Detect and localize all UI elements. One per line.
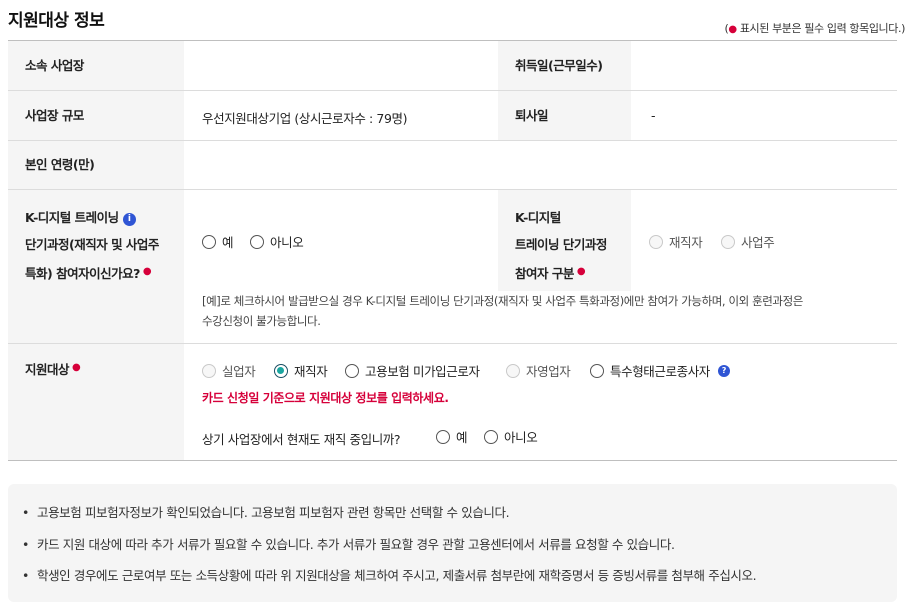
value-workplace-size: 우선지원대상기업 (상시근로자수 : 79명) xyxy=(202,111,408,126)
radio-circle-icon[interactable] xyxy=(721,234,735,249)
employment-no-radio[interactable]: 아니오 xyxy=(484,427,538,446)
target-warning: 카드 신청일 기준으로 지원대상 정보를 입력하세요. xyxy=(202,391,449,405)
notice-item: • 학생인 경우에도 근로여부 또는 소득상황에 따라 위 지원대상을 체크하여 … xyxy=(22,568,757,583)
kdigital-employee-radio[interactable]: 재직자 xyxy=(649,232,703,251)
value-resignation-date: - xyxy=(651,108,656,123)
notice-item: • 고용보험 피보험자정보가 확인되었습니다. 고용보험 피보험자 관련 항목만 … xyxy=(22,505,510,520)
row-age: 본인 연령(만) xyxy=(8,141,897,190)
radio-circle-icon[interactable] xyxy=(202,363,216,378)
row-workplace: 소속 사업장 취득일(근무일수) xyxy=(8,41,897,91)
label-acquisition-date: 취득일(근무일수) xyxy=(515,58,603,73)
required-dot-icon: ● xyxy=(576,266,586,277)
target-unemployed-radio[interactable]: 실업자 xyxy=(202,361,256,380)
target-employee-radio[interactable]: 재직자 xyxy=(274,361,328,380)
row-target: 지원대상 ● 실업자 재직자 고용보험 미가입근로자 자영업자 특수형태근로종사자… xyxy=(8,344,897,461)
notice-box: • 고용보험 피보험자정보가 확인되었습니다. 고용보험 피보험자 관련 항목만 … xyxy=(8,484,897,602)
radio-circle-icon[interactable] xyxy=(649,234,663,249)
section-title: 지원대상 정보 xyxy=(8,11,105,31)
radio-circle-icon[interactable] xyxy=(506,363,520,378)
info-icon[interactable]: i xyxy=(122,213,136,226)
kdigital-note: [예]로 체크하시어 발급받으실 경우 K-디지털 트레이닝 단기과정(재직자 … xyxy=(202,294,803,328)
radio-circle-icon[interactable] xyxy=(345,363,359,378)
required-dot-icon: ● xyxy=(72,362,81,373)
radio-checked-icon[interactable] xyxy=(274,363,288,378)
label-age: 본인 연령(만) xyxy=(25,157,95,172)
employment-yes-radio[interactable]: 예 xyxy=(436,427,468,446)
required-dot-icon: ● xyxy=(728,24,737,35)
row-kdigital: K-디지털 트레이닝 i 단기과정(재직자 및 사업주 특화) 참여자이신가요? ●… xyxy=(8,190,897,344)
row-workplace-size: 사업장 규모 우선지원대상기업 (상시근로자수 : 79명) 퇴사일 - xyxy=(8,91,897,141)
required-note: (● 표시된 부분은 필수 입력 항목입니다.) xyxy=(724,22,905,35)
employment-question: 상기 사업장에서 현재도 재직 중입니까? xyxy=(202,432,401,447)
help-icon[interactable]: ? xyxy=(717,364,730,377)
label-kdigital-type: K-디지털 트레이닝 단기과정 참여자 구분 ● xyxy=(515,210,607,281)
required-dot-icon: ● xyxy=(142,266,152,277)
label-target: 지원대상 ● xyxy=(25,362,81,377)
label-workplace: 소속 사업장 xyxy=(25,58,84,73)
label-resignation-date: 퇴사일 xyxy=(515,108,549,123)
target-uninsured-radio[interactable]: 고용보험 미가입근로자 xyxy=(345,361,480,380)
label-kdigital: K-디지털 트레이닝 i 단기과정(재직자 및 사업주 특화) 참여자이신가요? ● xyxy=(25,210,159,281)
notice-item: • 카드 지원 대상에 따라 추가 서류가 필요할 수 있습니다. 추가 서류가 … xyxy=(22,537,675,552)
kdigital-yes-radio[interactable]: 예 xyxy=(202,232,234,251)
support-target-form: 소속 사업장 취득일(근무일수) 사업장 규모 우선지원대상기업 (상시근로자수… xyxy=(8,40,897,461)
radio-circle-icon[interactable] xyxy=(436,429,450,444)
kdigital-employer-radio[interactable]: 사업주 xyxy=(721,232,775,251)
radio-circle-icon[interactable] xyxy=(250,234,264,249)
target-special-worker-radio[interactable]: 특수형태근로종사자 ? xyxy=(590,361,730,380)
target-self-employed-radio[interactable]: 자영업자 xyxy=(506,361,571,380)
radio-circle-icon[interactable] xyxy=(484,429,498,444)
radio-circle-icon[interactable] xyxy=(590,363,604,378)
label-workplace-size: 사업장 규모 xyxy=(25,108,84,123)
radio-circle-icon[interactable] xyxy=(202,234,216,249)
kdigital-no-radio[interactable]: 아니오 xyxy=(250,232,304,251)
